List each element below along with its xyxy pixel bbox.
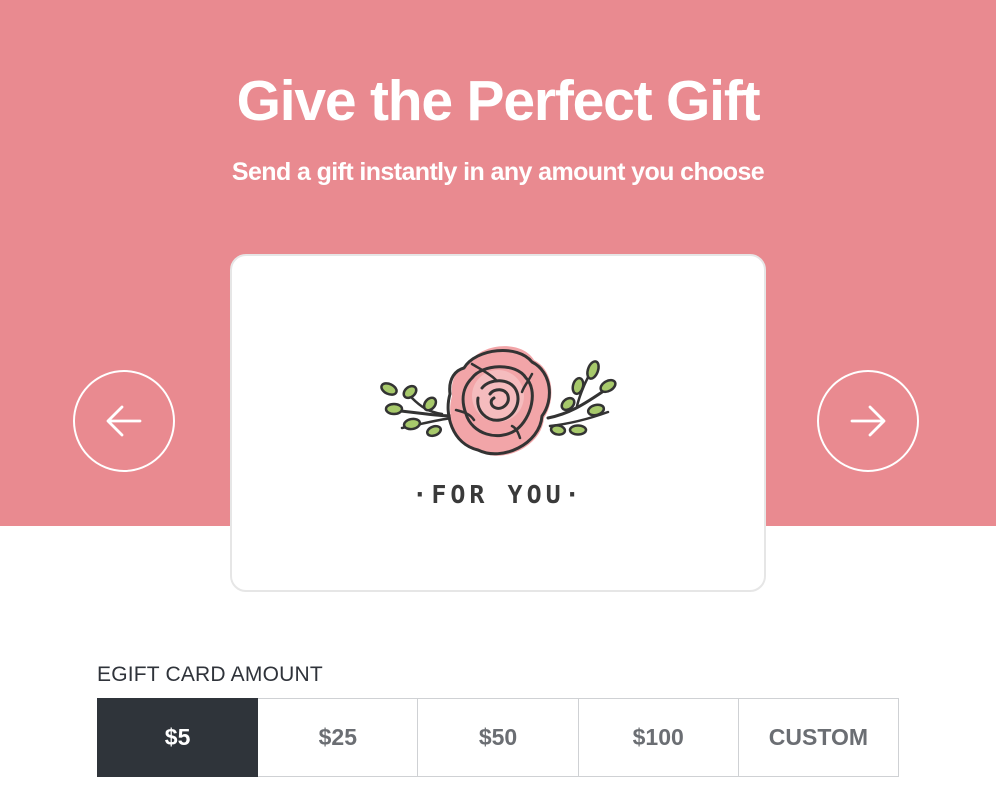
- page-title: Give the Perfect Gift: [236, 69, 761, 133]
- gift-card-page: Give the Perfect Gift Send a gift instan…: [0, 0, 996, 806]
- arrow-right-icon: [850, 405, 886, 437]
- amount-label: EGIFT CARD AMOUNT: [97, 663, 323, 686]
- next-card-button[interactable]: [817, 370, 919, 472]
- gift-card-preview[interactable]: ·FOR YOU·: [230, 254, 766, 592]
- amount-option-100[interactable]: $100: [578, 698, 739, 777]
- amount-option-custom[interactable]: CUSTOM: [738, 698, 900, 777]
- amount-option-25[interactable]: $25: [258, 698, 419, 777]
- amount-option-50[interactable]: $50: [418, 698, 579, 777]
- arrow-left-icon: [106, 405, 142, 437]
- amount-option-5[interactable]: $5: [97, 698, 259, 777]
- card-message: ·FOR YOU·: [412, 480, 584, 509]
- previous-card-button[interactable]: [73, 370, 175, 472]
- page-subtitle: Send a gift instantly in any amount you …: [231, 158, 765, 186]
- amount-selector: $5 $25 $50 $100 CUSTOM: [97, 698, 900, 777]
